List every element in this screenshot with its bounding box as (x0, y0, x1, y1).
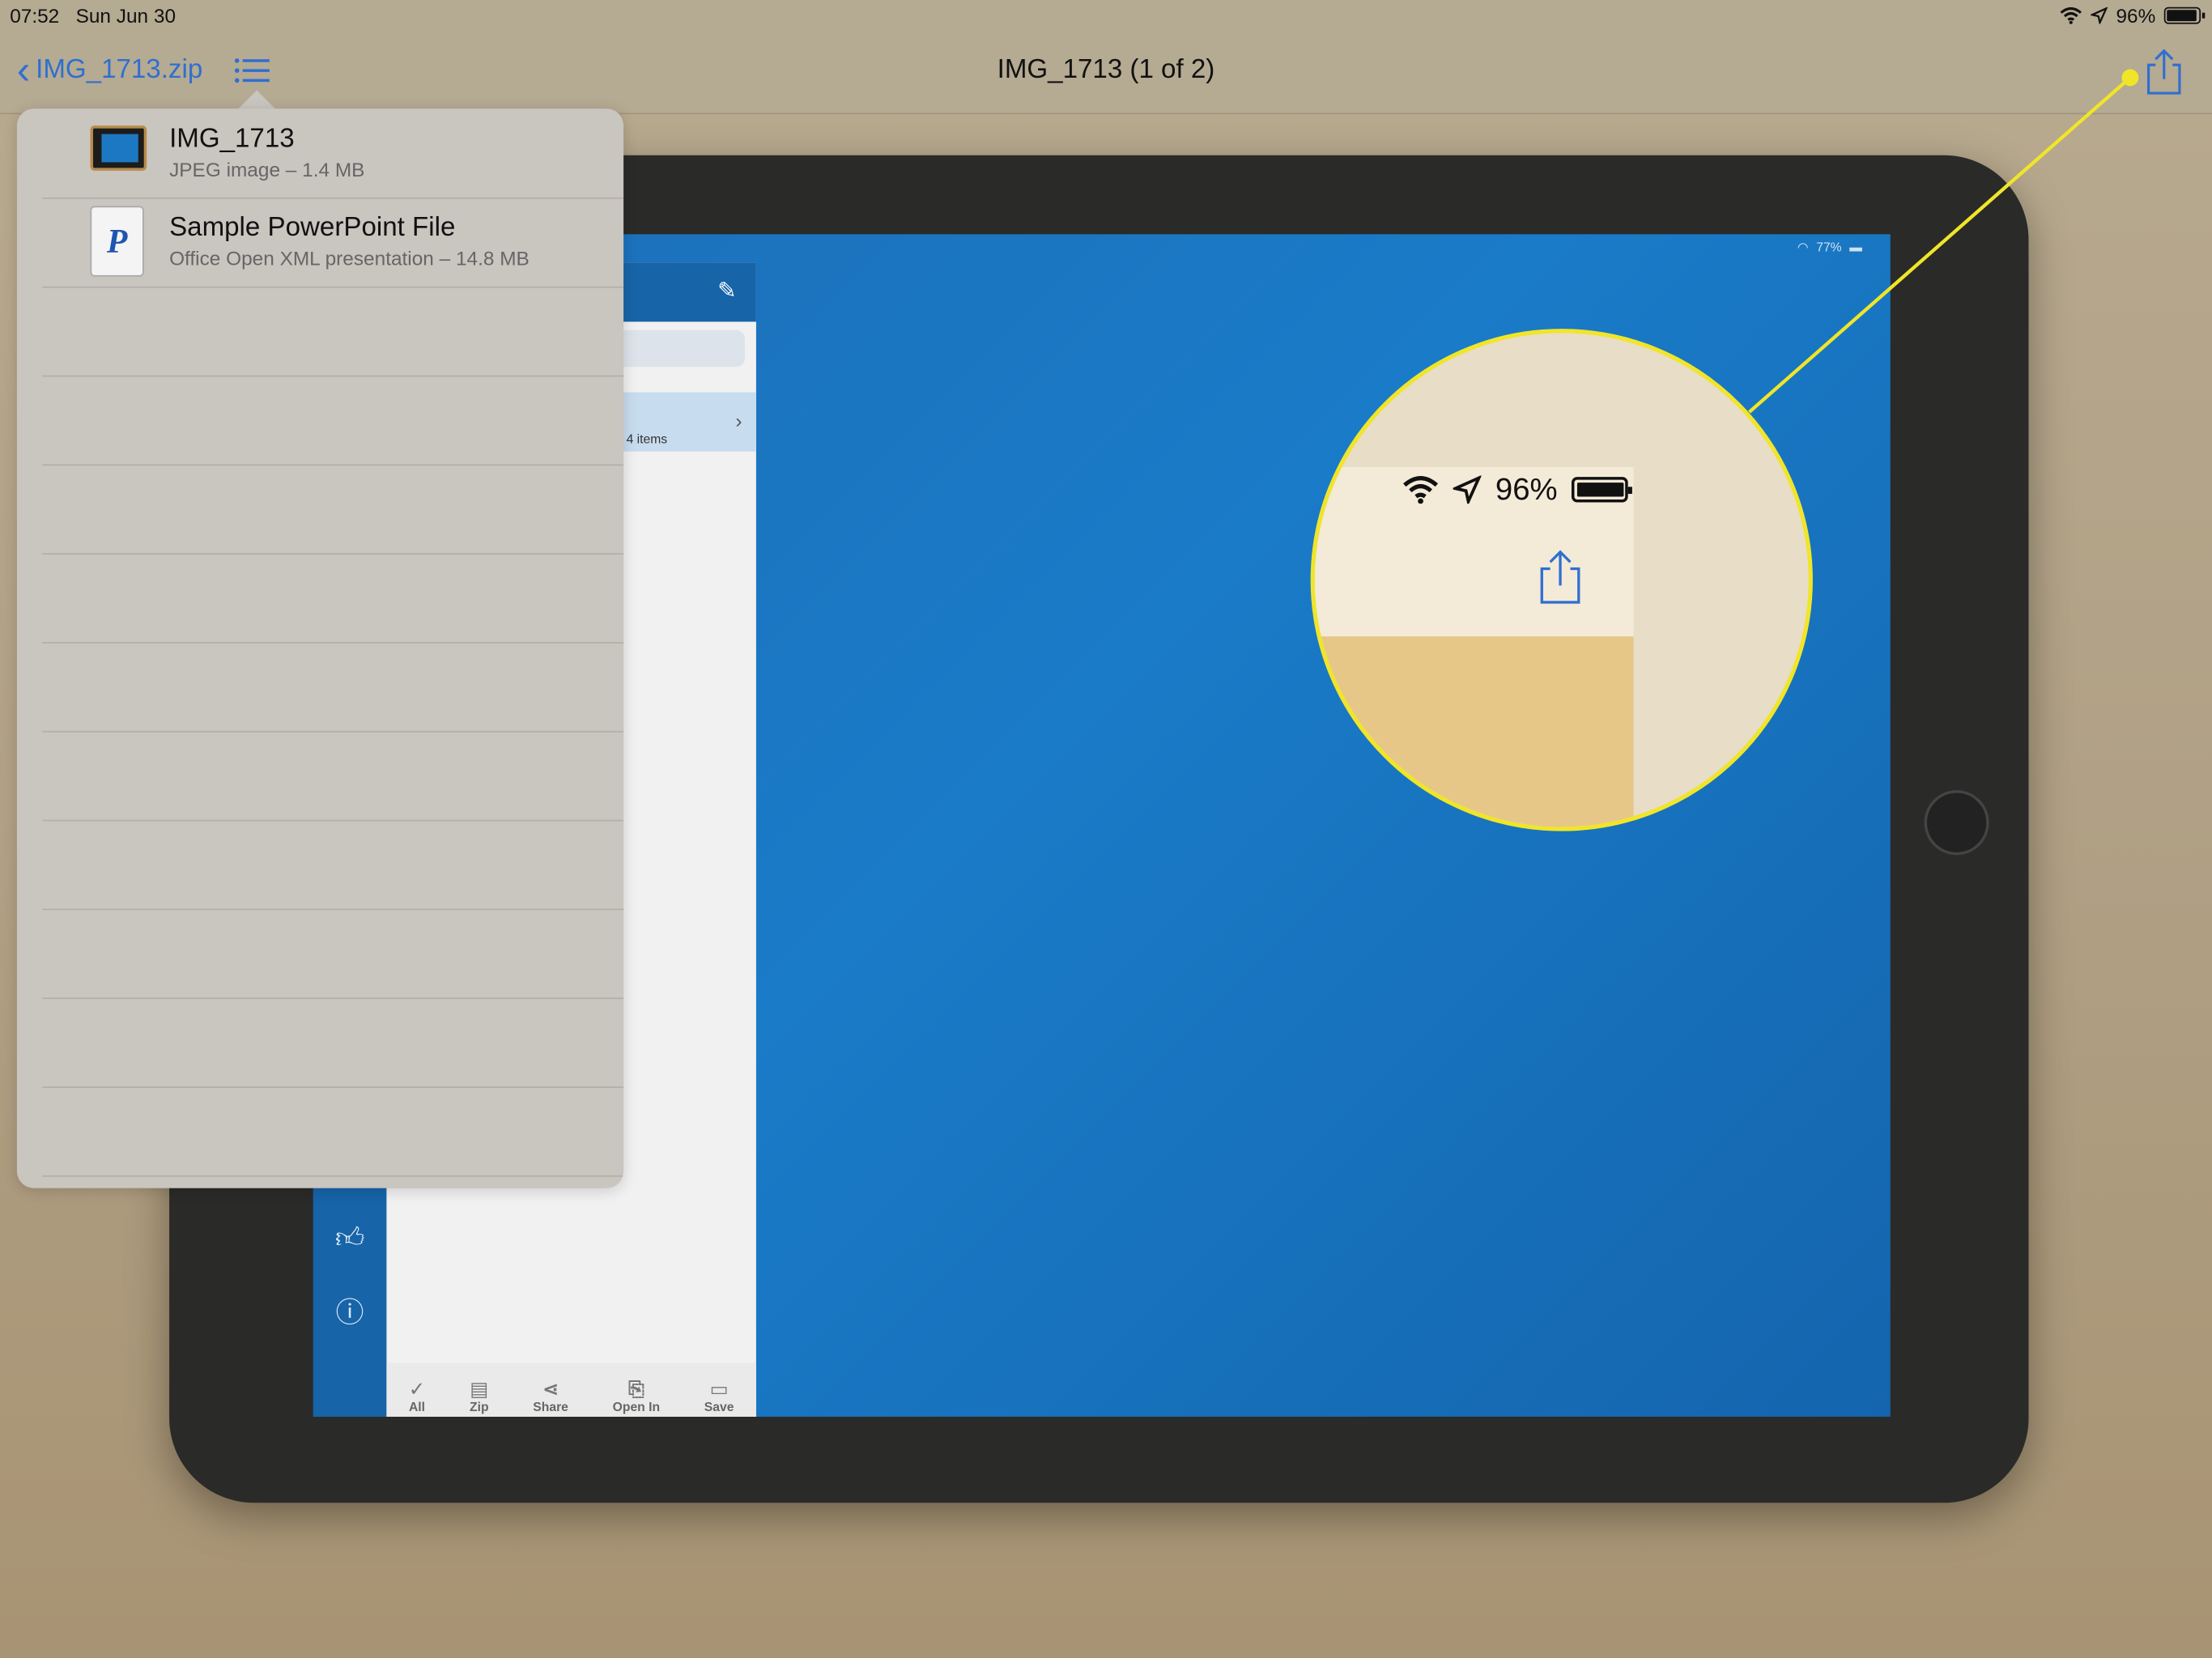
magnifier-callout: 96% (1310, 329, 1813, 831)
magnified-share-icon (1540, 550, 1580, 604)
screen: ◠ 77% ▬ 👍︎ ⓘ ✎ 4 items › ✓ All ▤ Zip ⋖ Shar… (0, 0, 2212, 1658)
magnified-wifi-icon (1403, 476, 1439, 504)
magnified-battery-percent: 96% (1495, 471, 1558, 507)
callout-leader-line (1748, 69, 2139, 414)
magnified-battery-icon (1572, 477, 1632, 503)
magnified-photo-area (1314, 636, 1634, 827)
magnified-status-indicators: 96% (1402, 471, 1632, 508)
magnified-location-icon (1453, 475, 1482, 504)
